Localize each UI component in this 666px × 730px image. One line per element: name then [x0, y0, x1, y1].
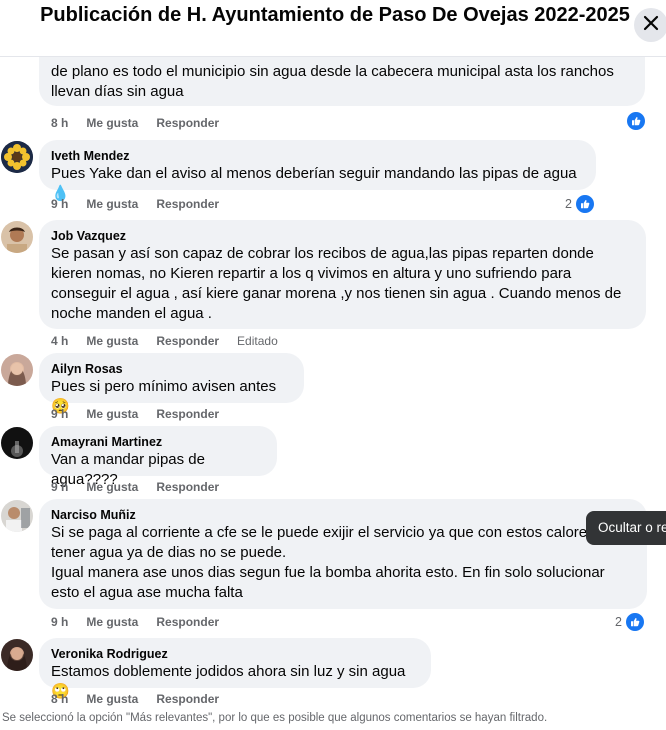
- comment-author[interactable]: Veronika Rodriguez: [51, 646, 419, 662]
- comment-time[interactable]: 9 h: [51, 615, 68, 629]
- avatar[interactable]: [1, 221, 33, 253]
- avatar[interactable]: [1, 500, 33, 532]
- comment-time[interactable]: 9 h: [51, 407, 68, 421]
- like-link[interactable]: Me gusta: [86, 407, 138, 421]
- comment-bubble: Job Vazquez Se pasan y así son capaz de …: [39, 220, 646, 329]
- like-link[interactable]: Me gusta: [86, 334, 138, 348]
- avatar[interactable]: [1, 427, 33, 459]
- avatar[interactable]: [1, 141, 33, 173]
- comment-actions: 9 h Me gusta Responder: [51, 615, 237, 629]
- avatar[interactable]: [1, 639, 33, 671]
- comment-time[interactable]: 8 h: [51, 116, 68, 130]
- like-reaction-icon: [624, 612, 645, 632]
- reaction-number: 2: [615, 615, 622, 629]
- comment-actions: 8 h Me gusta Responder: [51, 692, 237, 706]
- comment-actions: 9 h Me gusta Responder: [51, 197, 237, 211]
- comment-text: Si se paga al corriente a cfe se le pued…: [51, 524, 630, 601]
- like-link[interactable]: Me gusta: [86, 480, 138, 494]
- comment-bubble: Narciso Muñiz Si se paga al corriente a …: [39, 499, 647, 609]
- comment-actions: 9 h Me gusta Responder: [51, 407, 237, 421]
- reaction-count[interactable]: 2: [615, 612, 645, 632]
- close-icon: [643, 15, 659, 36]
- comment-author[interactable]: Narciso Muñiz: [51, 507, 635, 523]
- reply-link[interactable]: Responder: [156, 615, 219, 629]
- comment-bubble: Iveth Mendez Pues Yake dan el aviso al m…: [39, 140, 596, 202]
- comment-time[interactable]: 9 h: [51, 197, 68, 211]
- reply-link[interactable]: Responder: [156, 692, 219, 706]
- comment-time[interactable]: 9 h: [51, 480, 68, 494]
- comments-panel: de plano es todo el municipio sin agua d…: [0, 0, 666, 730]
- reaction-number: 2: [565, 197, 572, 211]
- comment-text: Se pasan y así son capaz de cobrar los r…: [51, 245, 622, 322]
- reaction-count[interactable]: 2: [565, 194, 595, 214]
- comment-actions: 8 h Me gusta Responder: [51, 116, 237, 130]
- like-reaction-icon: [574, 194, 595, 214]
- close-button[interactable]: [634, 8, 666, 42]
- comment-text: de plano es todo el municipio sin agua d…: [51, 63, 614, 100]
- like-link[interactable]: Me gusta: [86, 116, 138, 130]
- reply-link[interactable]: Responder: [156, 407, 219, 421]
- comment-bubble: Amayrani Martinez Van a mandar pipas de …: [39, 426, 277, 488]
- post-header: Publicación de H. Ayuntamiento de Paso D…: [0, 0, 666, 57]
- filter-notice: Se seleccionó la opción "Más relevantes"…: [2, 712, 548, 724]
- reaction-count[interactable]: [626, 111, 646, 131]
- comment-author[interactable]: Iveth Mendez: [51, 148, 584, 164]
- comment-actions: 4 h Me gusta Responder Editado: [51, 334, 296, 348]
- comment-bubble: Veronika Rodriguez Estamos doblemente jo…: [39, 638, 431, 700]
- reply-link[interactable]: Responder: [156, 116, 219, 130]
- like-link[interactable]: Me gusta: [86, 197, 138, 211]
- comment-time[interactable]: 8 h: [51, 692, 68, 706]
- avatar[interactable]: [1, 354, 33, 386]
- comment-author[interactable]: Ailyn Rosas: [51, 361, 292, 377]
- comment-bubble: Ailyn Rosas Pues si pero mínimo avisen a…: [39, 353, 304, 415]
- like-link[interactable]: Me gusta: [86, 615, 138, 629]
- edited-label[interactable]: Editado: [237, 334, 278, 348]
- reply-link[interactable]: Responder: [156, 334, 219, 348]
- comment-actions: 9 h Me gusta Responder: [51, 480, 237, 494]
- reply-link[interactable]: Responder: [156, 197, 219, 211]
- reply-link[interactable]: Responder: [156, 480, 219, 494]
- like-link[interactable]: Me gusta: [86, 692, 138, 706]
- comment-author[interactable]: Amayrani Martinez: [51, 434, 265, 450]
- hide-tooltip: Ocultar o re: [586, 511, 666, 545]
- comment-author[interactable]: Job Vazquez: [51, 228, 634, 244]
- comment-time[interactable]: 4 h: [51, 334, 68, 348]
- page-title: Publicación de H. Ayuntamiento de Paso D…: [40, 4, 630, 26]
- like-reaction-icon: [626, 111, 646, 131]
